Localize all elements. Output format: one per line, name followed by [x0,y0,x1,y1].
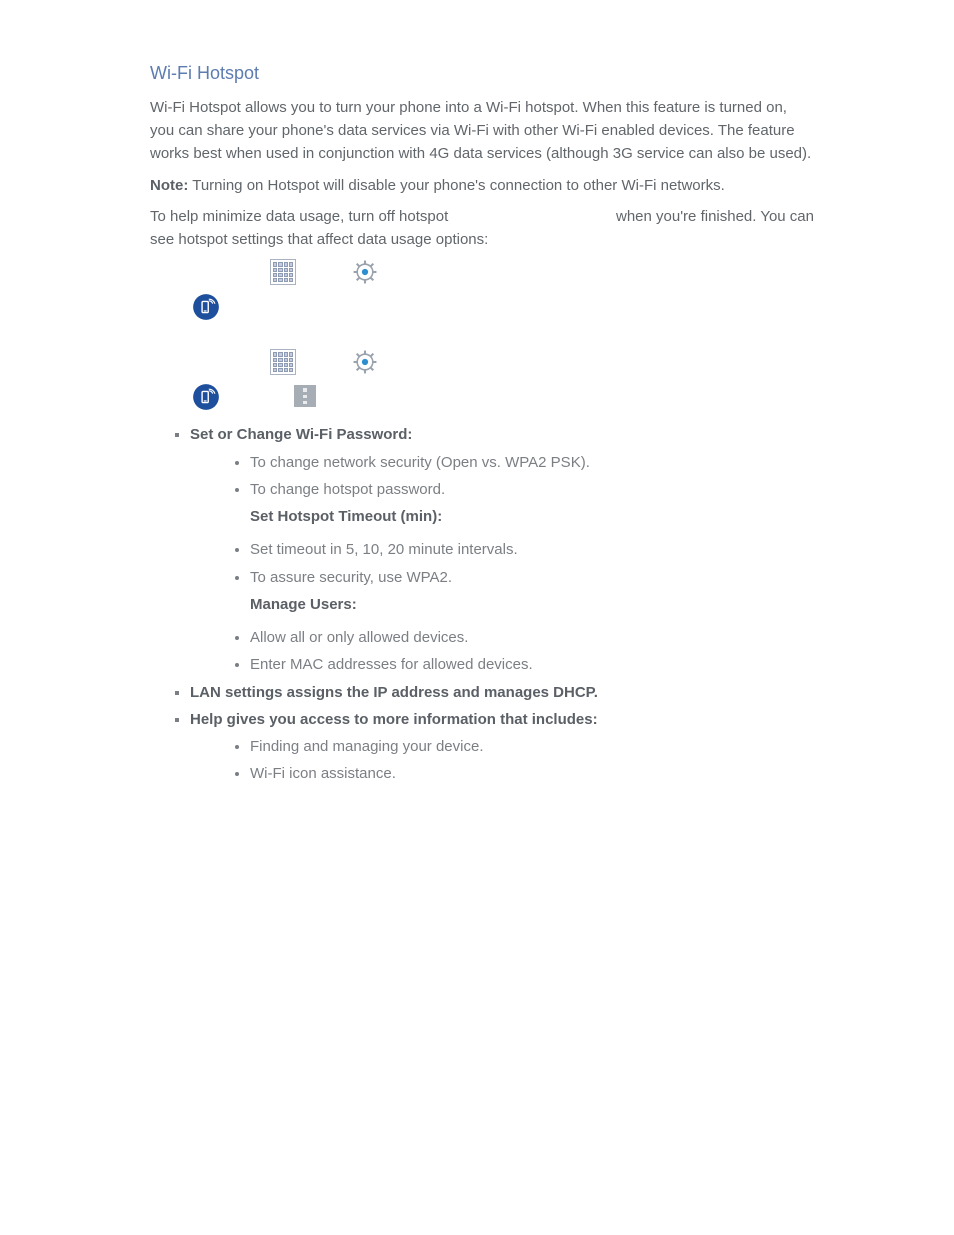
opt-password-title: Set or Change Wi-Fi Password: [190,426,412,443]
opt-timeout-sub-b: To assure security, use WPA2. [250,566,814,589]
apps-grid-icon [270,259,296,285]
opt-password-sub-b: To change hotspot password. [250,478,814,501]
hotspot-more-row [190,383,814,409]
finish-note-a: To help minimize data usage, turn off ho… [150,208,448,225]
opt-password-sub-a: To change network security (Open vs. WPA… [250,451,814,474]
opt-help-sub-a: Finding and managing your device. [250,735,814,758]
settings-gear-icon-2 [352,349,378,375]
intro-paragraph: Wi-Fi Hotspot allows you to turn your ph… [150,96,814,166]
apps-grid-icon-2 [270,349,296,375]
configure-path-row [150,349,814,375]
section-title: Wi-Fi Hotspot [150,60,814,88]
opt-manage-title: Manage Users: [190,593,814,616]
opt-timeout-subs: Set timeout in 5, 10, 20 minute interval… [190,538,814,589]
opt-help-subs: Finding and managing your device. Wi-Fi … [190,735,814,786]
settings-gear-icon [352,259,378,285]
note-text: Turning on Hotspot will disable your pho… [188,177,724,194]
setup-path-row-1 [150,259,814,285]
hotspot-note: Note: Turning on Hotspot will disable yo… [150,174,814,197]
opt-manage-subs: Allow all or only allowed devices. Enter… [190,626,814,677]
opt-password-subs: To change network security (Open vs. WPA… [190,451,814,502]
opt-help-sub-b: Wi-Fi icon assistance. [250,762,814,785]
opt-password: Set or Change Wi-Fi Password: To change … [190,423,814,676]
opt-timeout-sub-a: Set timeout in 5, 10, 20 minute interval… [250,538,814,561]
opt-help-title: Help gives you access to more informatio… [190,711,598,728]
opt-lan: LAN settings assigns the IP address and … [190,681,814,704]
finish-note-line2: see hotspot settings that affect data us… [150,231,488,248]
intro-part2: share your phone's d [207,122,347,139]
opt-manage-sub-a: Allow all or only allowed devices. [250,626,814,649]
opt-timeout-title: Set Hotspot Timeout (min): [190,505,814,528]
opt-help: Help gives you access to more informatio… [190,708,814,786]
note-label: Note: [150,177,188,194]
options-list: Set or Change Wi-Fi Password: To change … [150,423,814,785]
finish-note: To help minimize data usage, turn off ho… [150,205,814,252]
hotspot-icon-2 [192,383,218,409]
more-kebab-icon [294,385,316,407]
hotspot-icon-row-1 [190,293,814,319]
finish-note-b: when you're finished. You can [616,205,814,228]
opt-lan-title: LAN settings assigns the IP address and … [190,684,598,701]
opt-manage-sub-b: Enter MAC addresses for allowed devices. [250,653,814,676]
hotspot-icon [192,293,218,319]
